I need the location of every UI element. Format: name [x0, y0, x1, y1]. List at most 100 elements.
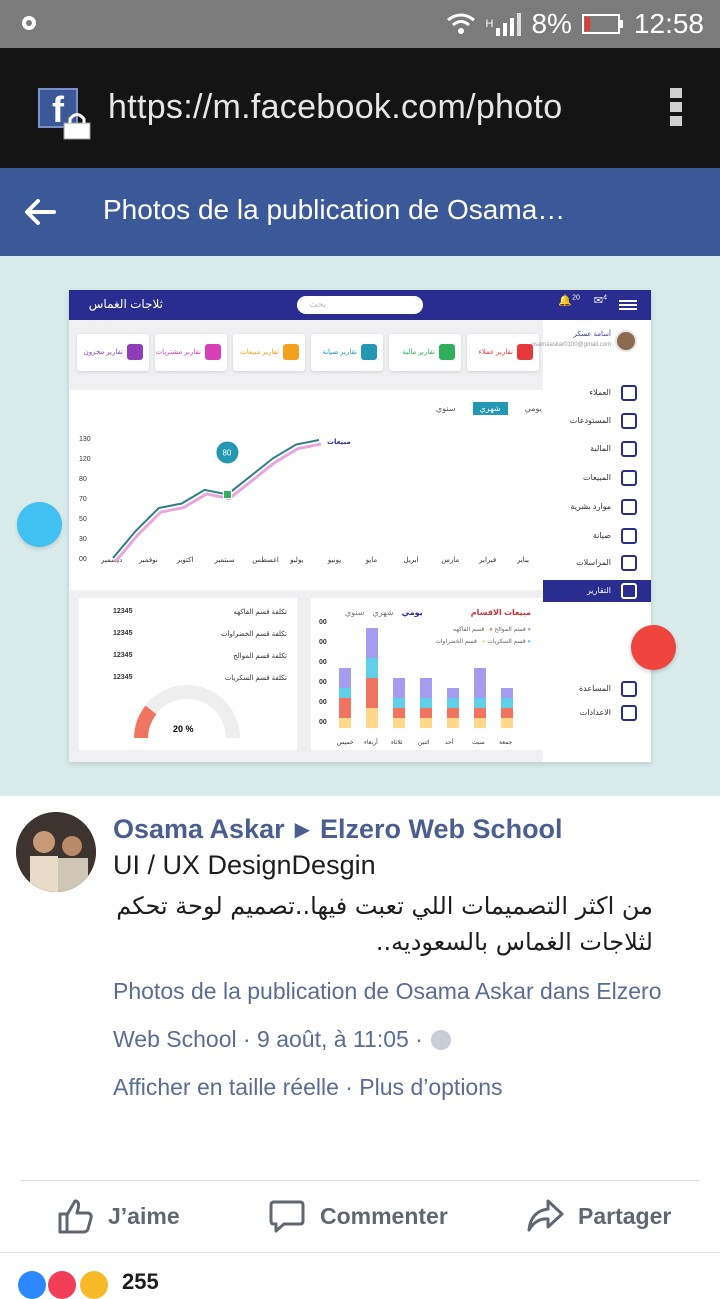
bar-segment — [366, 678, 378, 708]
like-button[interactable]: J’aime — [56, 1192, 180, 1240]
y-tick-label: 130 — [79, 436, 91, 443]
dashboard-nav-label: المساعدة — [578, 684, 611, 693]
bar-y-tick: 00 — [319, 619, 327, 626]
report-card: تقارير صيانة — [311, 334, 383, 371]
overflow-menu-icon[interactable] — [670, 88, 682, 130]
dashboard-nav-label: المالية — [590, 444, 611, 453]
dashboard-image: ثلاجات الغماس بحث 🔔20 ✉4 تقارير مخزون تقا… — [69, 290, 651, 762]
thumbs-up-icon — [58, 1199, 93, 1234]
bar-x-label: خميس — [337, 740, 354, 746]
bar-segment — [339, 688, 351, 698]
floating-red-button[interactable] — [631, 625, 676, 670]
cost-label: تكلفة قسم الفاكهه — [233, 609, 287, 616]
share-label: Partager — [578, 1202, 672, 1229]
dashboard-nav-item: موارد بشرية — [543, 496, 651, 518]
dashboard-nav-item: المالية — [543, 438, 651, 460]
report-card-icon — [127, 344, 143, 360]
bar-y-tick: 00 — [319, 659, 327, 666]
network-type: H — [485, 18, 494, 30]
costs-panel: 20 % 12345 تكلفة قسم الفاكهه 12345 تكلفة قس… — [79, 598, 297, 750]
bar-segment — [447, 698, 459, 708]
report-card-label: تقارير مخزون — [83, 349, 123, 356]
wifi-icon — [446, 13, 475, 34]
x-tick-label: فبراير — [478, 557, 496, 564]
dashboard-nav-icon — [621, 705, 637, 721]
gauge-value: 20 % — [173, 724, 194, 734]
dashboard-nav-item: المساعدة — [543, 678, 651, 700]
dashboard-nav-item: التقارير — [543, 580, 651, 602]
share-button[interactable]: Partager — [526, 1192, 671, 1240]
photo-viewer[interactable]: ثلاجات الغماس بحث 🔔20 ✉4 تقارير مخزون تقا… — [0, 256, 720, 796]
sales-line-chart: سنوي شهري يومي 00 30 50 70 80 120 130 يناير فبرا… — [69, 390, 543, 590]
dashboard-nav-label: المبيعات — [583, 473, 611, 482]
notif-count: 20 — [572, 294, 580, 302]
y-tick-label: 50 — [79, 516, 87, 523]
photo-options-links[interactable]: Afficher en taille réelle · Plus d’optio… — [113, 1074, 503, 1101]
dashboard-nav-item: صيانة — [543, 525, 651, 547]
dashboard-nav-label: صيانة — [592, 531, 611, 540]
dashboard-nav-icon — [621, 441, 637, 457]
bar-segment — [393, 718, 405, 728]
bar-y-tick: 00 — [319, 639, 327, 646]
dashboard-nav-label: المراسلات — [576, 558, 611, 567]
bar-segment — [393, 698, 405, 708]
bar-segment — [501, 688, 513, 698]
reaction-count: 255 — [122, 1269, 159, 1294]
sales-line — [112, 439, 320, 559]
author-avatar[interactable] — [16, 812, 96, 892]
url-text[interactable]: https://m.facebook.com/photo — [108, 88, 562, 127]
back-arrow-icon[interactable] — [22, 194, 58, 230]
y-tick-label: 70 — [79, 496, 87, 503]
dashboard-bell-icon: 🔔20 — [558, 294, 580, 307]
mail-count: 4 — [603, 294, 607, 302]
bar-segment — [339, 718, 351, 728]
bar-segment — [393, 678, 405, 698]
alarm-icon — [22, 16, 36, 30]
bar-x-label: أحد — [445, 738, 454, 746]
bar-chart-svg: 00 00 00 00 00 00 خميس أربعاء ثلاثاء اثنين أحد سبت ج… — [319, 619, 513, 746]
report-card-label: تقارير مبيعات — [240, 349, 279, 356]
album-link[interactable]: Photos de la publication de Osama Askar … — [113, 978, 662, 1005]
bar-x-label: اثنين — [418, 739, 430, 746]
dashboard-nav-icon — [621, 470, 637, 486]
group-name-link[interactable]: Elzero Web School — [320, 814, 563, 845]
y-tick-label: 30 — [79, 536, 87, 543]
bar-x-label: ثلاثاء — [391, 739, 403, 746]
dashboard-avatar — [615, 330, 637, 352]
post-body: من اكثر التصميمات اللي تعبت فيها..تصميم … — [116, 892, 653, 956]
dashboard-nav-label: الاعدادات — [579, 708, 611, 717]
x-tick-label: يناير — [516, 557, 529, 564]
haha-reaction-icon — [80, 1271, 108, 1299]
dashboard-nav-icon — [621, 528, 637, 544]
report-card-icon — [283, 344, 299, 360]
dashboard-nav-item: الاعدادات — [543, 702, 651, 724]
dashboard-top-icons: 🔔20 ✉4 — [558, 294, 607, 307]
report-card-icon — [205, 344, 221, 360]
report-card-label: تقارير مالية — [402, 349, 435, 356]
floating-blue-button[interactable] — [17, 502, 62, 547]
share-arrow-icon — [527, 1199, 564, 1232]
x-tick-label: ابريل — [404, 557, 419, 564]
report-card-label: تقارير صيانة — [322, 349, 357, 356]
line-shadow — [113, 442, 322, 563]
battery-icon — [581, 14, 623, 34]
dashboard-nav-item: المستودعات — [543, 410, 651, 432]
reactions-row[interactable]: 255 — [0, 1252, 720, 1299]
report-card: تقارير مبيعات — [233, 334, 305, 371]
bar-y-tick: 00 — [319, 719, 327, 726]
bar-segment — [420, 718, 432, 728]
status-bar: H 8% 12:58 — [0, 0, 720, 48]
highlight-label: 80 — [222, 448, 231, 457]
report-card: تقارير عملاء — [467, 334, 539, 371]
dashboard-nav-label: موارد بشرية — [570, 502, 611, 511]
bar-segment — [366, 628, 378, 658]
post: Osama Askar ▶ Elzero Web School UI / UX … — [0, 796, 720, 1299]
post-meta-text[interactable]: Web School · 9 août, à 11:05 · — [113, 1026, 423, 1053]
author-name-link[interactable]: Osama Askar — [113, 814, 285, 845]
like-label: J’aime — [108, 1202, 180, 1229]
line-chart-svg: 00 30 50 70 80 120 130 يناير فبراير مارس ابريل مايو… — [79, 436, 529, 564]
series-label: مبيعات — [327, 439, 351, 446]
dashboard-cards: تقارير مخزون تقارير مشتريات تقارير مبيعات ت… — [77, 334, 539, 372]
bar-segment — [339, 668, 351, 688]
comment-button[interactable]: Commenter — [268, 1192, 448, 1240]
